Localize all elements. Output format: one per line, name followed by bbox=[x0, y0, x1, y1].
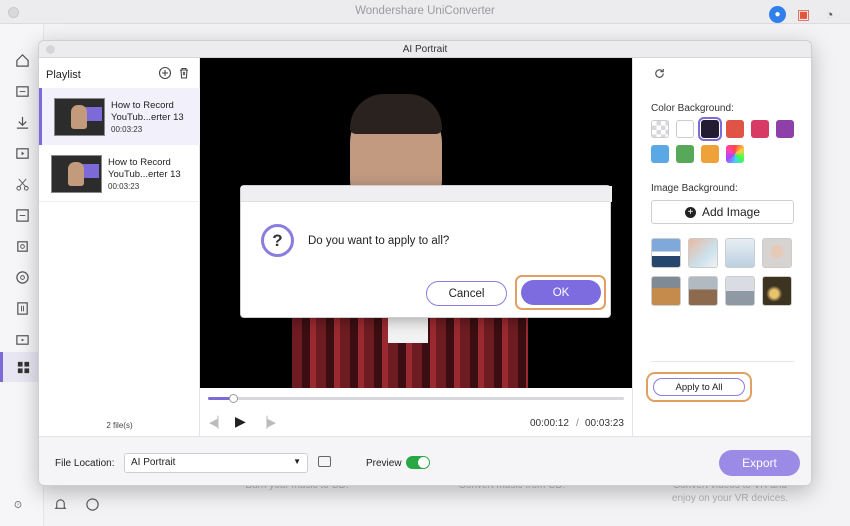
play-icon[interactable]: ▶ bbox=[235, 413, 246, 430]
account-icon[interactable]: ● bbox=[769, 6, 786, 23]
bg-card-text-4: enjoy on your VR devices. bbox=[671, 493, 789, 504]
apply-all-dialog: ? Do you want to apply to all? Cancel OK bbox=[240, 185, 612, 318]
question-icon: ? bbox=[261, 224, 294, 257]
color-swatch-purple[interactable] bbox=[776, 120, 794, 138]
divider bbox=[651, 361, 794, 362]
playlist-header: Playlist bbox=[39, 58, 199, 88]
image-background-thumb-5[interactable] bbox=[651, 276, 681, 306]
file-location-select[interactable]: AI Portrait ▼ bbox=[124, 453, 308, 473]
total-time: 00:03:23 bbox=[585, 418, 624, 429]
delete-trash-icon[interactable] bbox=[177, 66, 191, 80]
playlist-item-title-2: YouTub...erter 13 bbox=[111, 112, 184, 123]
export-button[interactable]: Export bbox=[719, 450, 800, 476]
playlist-item-title-2: YouTub...erter 13 bbox=[108, 169, 181, 180]
video-thumbnail bbox=[54, 98, 105, 136]
ok-highlight: OK bbox=[515, 275, 606, 310]
chevron-down-icon: ▼ bbox=[293, 457, 301, 466]
image-background-thumb-8[interactable] bbox=[762, 276, 792, 306]
portrait-hair bbox=[350, 94, 442, 134]
color-swatch-green[interactable] bbox=[676, 145, 694, 163]
color-swatch-red[interactable] bbox=[726, 120, 744, 138]
bottom-bar: File Location: AI Portrait ▼ Preview Exp… bbox=[39, 436, 811, 485]
refresh-icon[interactable] bbox=[653, 67, 666, 80]
plus-circle-icon: + bbox=[684, 206, 696, 218]
color-swatch-rainbow[interactable] bbox=[726, 145, 744, 163]
player-controls: ◀▏ ▶ ▕▶ 00:00:12 / 00:03:23 bbox=[200, 388, 632, 436]
file-location-value: AI Portrait bbox=[131, 457, 176, 468]
playlist-panel: Playlist How to Record YouTub...erter 13… bbox=[39, 58, 200, 436]
image-background-thumb-3[interactable] bbox=[725, 238, 755, 268]
image-background-thumb-1[interactable] bbox=[651, 238, 681, 268]
cancel-button[interactable]: Cancel bbox=[426, 281, 507, 306]
playlist-label: Playlist bbox=[46, 69, 81, 81]
apply-to-all-highlight: Apply to All bbox=[646, 372, 752, 402]
add-image-button[interactable]: + Add Image bbox=[651, 200, 794, 224]
video-thumbnail bbox=[51, 155, 102, 193]
dialog-message: Do you want to apply to all? bbox=[308, 235, 450, 247]
folder-icon[interactable] bbox=[318, 456, 331, 467]
file-location-label: File Location: bbox=[55, 458, 115, 469]
color-swatch-dark-selected[interactable] bbox=[698, 117, 722, 141]
image-background-thumb-4[interactable] bbox=[762, 238, 792, 268]
playlist-item-duration: 00:03:23 bbox=[108, 182, 140, 191]
window-title: AI Portrait bbox=[402, 44, 448, 55]
feedback-icon[interactable] bbox=[76, 489, 108, 519]
add-image-label: Add Image bbox=[701, 205, 761, 219]
image-background-thumb-6[interactable] bbox=[688, 276, 718, 306]
playlist-item[interactable]: How to Record YouTub...erter 13 00:03:23 bbox=[39, 145, 200, 202]
previous-icon[interactable]: ◀▏ bbox=[209, 416, 226, 429]
help-icon[interactable]: ? bbox=[0, 489, 22, 519]
color-swatch-blue[interactable] bbox=[651, 145, 669, 163]
next-icon[interactable]: ▕▶ bbox=[259, 416, 276, 429]
dialog-titlebar bbox=[241, 186, 612, 202]
ai-portrait-window: AI Portrait Playlist How to Record YouTu… bbox=[38, 40, 812, 486]
image-background-thumb-7[interactable] bbox=[725, 276, 755, 306]
progress-knob[interactable] bbox=[228, 394, 238, 403]
playlist-item-duration: 00:03:23 bbox=[111, 125, 143, 134]
app-titlebar: Wondershare UniConverter ● ▣ ◔ bbox=[0, 0, 850, 24]
preview-label: Preview bbox=[366, 458, 402, 469]
window-close-button[interactable] bbox=[46, 45, 55, 54]
color-swatch-transparent[interactable] bbox=[651, 120, 669, 138]
header-icons: ● ▣ ◔ bbox=[769, 6, 838, 23]
time-separator: / bbox=[576, 418, 579, 429]
color-swatch-orange[interactable] bbox=[701, 145, 719, 163]
color-background-label: Color Background: bbox=[651, 103, 734, 114]
gift-icon[interactable]: ▣ bbox=[795, 6, 812, 23]
svg-text:?: ? bbox=[17, 502, 20, 507]
notification-bell-icon[interactable] bbox=[44, 489, 76, 519]
window-titlebar: AI Portrait bbox=[39, 41, 811, 58]
file-count: 2 file(s) bbox=[106, 421, 133, 430]
color-swatch-pink[interactable] bbox=[751, 120, 769, 138]
playlist-item[interactable]: How to Record YouTub...erter 13 00:03:23 bbox=[39, 88, 200, 145]
app-title: Wondershare UniConverter bbox=[355, 5, 495, 17]
color-swatch-white[interactable] bbox=[676, 120, 694, 138]
apply-to-all-button[interactable]: Apply to All bbox=[653, 378, 745, 396]
playlist-item-title: How to Record bbox=[111, 100, 174, 111]
progress-bar[interactable] bbox=[208, 394, 624, 403]
support-headset-icon[interactable]: ◔ bbox=[821, 6, 838, 23]
ok-button[interactable]: OK bbox=[521, 280, 601, 305]
playlist-item-title: How to Record bbox=[108, 157, 171, 168]
background-settings-panel: Color Background: Image Background: + Ad… bbox=[632, 58, 811, 436]
image-background-thumb-2[interactable] bbox=[688, 238, 718, 268]
current-time: 00:00:12 bbox=[530, 418, 569, 429]
image-background-label: Image Background: bbox=[651, 183, 738, 194]
add-file-icon[interactable] bbox=[158, 66, 172, 80]
preview-toggle[interactable] bbox=[406, 456, 430, 469]
